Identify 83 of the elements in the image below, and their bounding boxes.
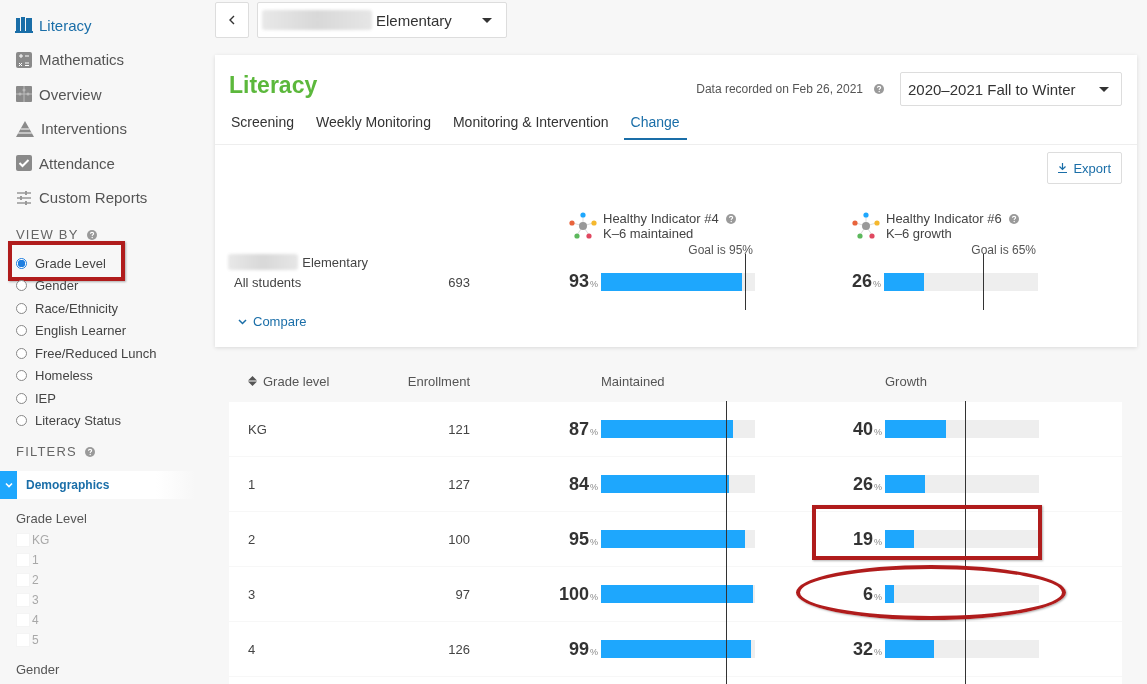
checkbox-icon: [15, 154, 33, 173]
export-button[interactable]: Export: [1047, 152, 1122, 184]
percent-value: 19%: [852, 528, 883, 550]
download-icon: [1058, 163, 1068, 173]
nav-item[interactable]: Attendance: [0, 146, 215, 181]
book-icon: [15, 16, 33, 35]
help-icon[interactable]: [725, 213, 736, 224]
indicator-subtitle: K–6 growth: [886, 226, 953, 241]
pyramid-icon: [15, 119, 35, 138]
goal-label: Goal is 95%: [688, 243, 753, 257]
percent-value: 100%: [558, 583, 599, 605]
school-select[interactable]: Elementary: [257, 2, 507, 38]
network-icon: [851, 211, 881, 241]
sliders-icon: [15, 188, 33, 207]
page-title: Literacy: [229, 72, 319, 98]
tab[interactable]: Weekly Monitoring: [309, 110, 438, 140]
column-header[interactable]: Grade level: [248, 373, 368, 389]
column-header: Enrollment: [406, 373, 470, 389]
recorded-date: Data recorded on Feb 26, 2021: [696, 82, 863, 96]
dropdown-arrow-icon: [1099, 86, 1109, 92]
radio-option[interactable]: Homeless: [0, 364, 93, 387]
nav-item[interactable]: Mathematics: [0, 42, 215, 77]
chevron-left-icon: [229, 15, 235, 25]
radio-option[interactable]: Literacy Status: [0, 409, 121, 432]
tab[interactable]: Change: [623, 110, 687, 140]
grade-cell-text: 4: [248, 641, 257, 657]
tab[interactable]: Screening: [224, 110, 302, 140]
percent-value: 84%: [568, 473, 599, 495]
indicator-subtitle: K–6 maintained: [603, 226, 695, 241]
section-heading: FILTERS: [16, 444, 77, 459]
column-header: Growth: [885, 373, 928, 389]
dropdown-arrow-icon: [482, 17, 492, 23]
compare-link[interactable]: Compare: [238, 314, 307, 329]
filter-label: Grade Level: [16, 511, 88, 526]
enrollment-cell-text: 121: [447, 421, 470, 437]
enrollment-total: 693: [447, 275, 470, 292]
grade-cell-text: 3: [248, 586, 257, 602]
filter-label: Gender: [16, 662, 61, 677]
enrollment-cell-text: 126: [447, 641, 470, 657]
period-select[interactable]: 2020–2021 Fall to Winter: [900, 72, 1122, 106]
percent-value: 87%: [568, 418, 599, 440]
radio-option[interactable]: IEP: [0, 387, 56, 410]
radio-option[interactable]: Race/Ethnicity: [0, 297, 119, 320]
network-icon: [568, 211, 598, 241]
section-heading: VIEW BY: [16, 227, 79, 242]
percent-value: 93%: [568, 271, 599, 292]
nav-item[interactable]: Interventions: [0, 111, 215, 146]
percent-value: 95%: [568, 528, 599, 550]
enrollment-cell-text: 127: [447, 476, 470, 492]
group-label: All students: [234, 275, 303, 290]
nav-item[interactable]: Overview: [0, 77, 215, 112]
percent-value: 26%: [851, 271, 882, 292]
back-button[interactable]: [215, 2, 249, 38]
goal-label: Goal is 65%: [971, 243, 1036, 257]
radio-option[interactable]: Free/Reduced Lunch: [0, 342, 157, 365]
enrollment-cell-text: 97: [454, 586, 470, 602]
enrollment-cell-text: 100: [447, 531, 470, 547]
help-icon[interactable]: [84, 446, 95, 457]
grade-cell-text: KG: [248, 421, 268, 437]
indicator-title: Healthy Indicator #6: [886, 211, 1002, 226]
percent-value: 32%: [852, 638, 883, 660]
percent-value: 26%: [852, 473, 883, 495]
help-icon[interactable]: [874, 84, 884, 94]
grade-cell-text: 2: [248, 531, 257, 547]
nav-item[interactable]: Custom Reports: [0, 180, 215, 215]
radio-option[interactable]: Gender: [0, 274, 79, 297]
school-name: Elementary: [302, 254, 368, 270]
help-icon[interactable]: [1008, 213, 1019, 224]
chevron-down-icon: [238, 318, 247, 325]
tab[interactable]: Monitoring & Intervention: [445, 110, 616, 140]
radio-option[interactable]: Grade Level: [0, 252, 106, 275]
percent-value: 99%: [568, 638, 599, 660]
grade-cell-text: 1: [248, 476, 257, 492]
help-icon[interactable]: [86, 229, 97, 240]
chevron-icon: [4, 482, 13, 488]
indicator-title: Healthy Indicator #4: [603, 211, 719, 226]
nav-item[interactable]: Literacy: [0, 8, 215, 43]
column-header: Maintained: [601, 373, 666, 389]
radio-option[interactable]: English Learner: [0, 319, 127, 342]
sort-icon: [248, 376, 257, 386]
calculator-icon: [15, 50, 33, 69]
percent-value: 6%: [862, 583, 883, 605]
percent-value: 40%: [852, 418, 883, 440]
